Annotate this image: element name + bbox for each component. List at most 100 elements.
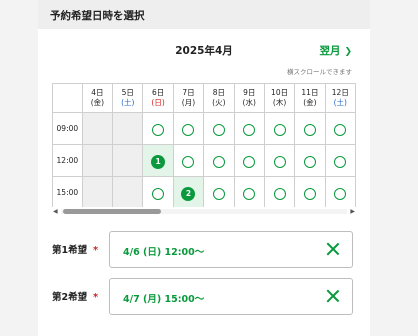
available-circle-icon	[303, 187, 316, 200]
slot-available[interactable]	[172, 112, 205, 145]
close-icon[interactable]	[326, 289, 340, 303]
next-month-button[interactable]: 翌月 ❯	[319, 43, 352, 58]
available-circle-icon	[243, 123, 256, 136]
slot-available[interactable]	[142, 176, 174, 207]
day-date: 10日	[271, 88, 289, 97]
calendar-corner-cell	[52, 83, 83, 113]
first-choice-field[interactable]: 4/6 (日) 12:00〜	[109, 231, 353, 268]
calendar-body: 09:00 12:00 1 15:00 2	[52, 112, 356, 207]
slot-available[interactable]	[324, 144, 356, 177]
available-circle-icon	[212, 187, 225, 200]
slot-available[interactable]	[294, 176, 326, 207]
day-date: 5日	[121, 88, 134, 97]
slot-unavailable	[81, 176, 114, 207]
day-header: 9日 (水)	[233, 83, 265, 113]
slot-available[interactable]	[324, 112, 356, 145]
day-date: 4日	[91, 88, 104, 97]
day-header: 11日 (金)	[294, 83, 326, 113]
slot-available[interactable]	[324, 176, 356, 207]
day-date: 11日	[301, 88, 319, 97]
horizontal-scrollbar[interactable]: ◀ ▶	[52, 207, 356, 216]
day-weekday: (火)	[212, 98, 226, 107]
first-choice-label: 第1希望 *	[52, 242, 98, 256]
choice-number-badge: 2	[181, 186, 196, 201]
slot-available[interactable]	[263, 176, 296, 207]
second-choice-label: 第2希望 *	[52, 289, 98, 303]
available-circle-icon	[182, 123, 195, 136]
day-weekday: (土)	[121, 98, 135, 107]
second-choice-label-text: 第2希望	[52, 292, 88, 303]
available-circle-icon	[243, 187, 256, 200]
day-weekday: (金)	[90, 98, 105, 107]
slot-available[interactable]	[233, 112, 265, 145]
available-circle-icon	[303, 155, 316, 168]
slot-available[interactable]	[172, 144, 205, 177]
slot-selected[interactable]: 2	[172, 176, 205, 207]
close-icon[interactable]	[326, 242, 340, 256]
slot-available[interactable]	[263, 112, 296, 145]
available-circle-icon	[273, 123, 286, 136]
slot-available[interactable]	[233, 176, 265, 207]
slot-available[interactable]	[203, 144, 235, 177]
available-circle-icon	[182, 155, 195, 168]
available-circle-icon	[273, 155, 286, 168]
slot-unavailable	[112, 176, 144, 207]
time-row: 09:00	[52, 112, 356, 145]
scroll-left-arrow-icon[interactable]: ◀	[53, 208, 58, 215]
day-header: 4日 (金)	[81, 83, 114, 113]
available-circle-icon	[152, 187, 165, 200]
second-choice-row: 第2希望 * 4/7 (月) 15:00〜	[52, 278, 356, 315]
available-circle-icon	[334, 187, 347, 200]
required-mark: *	[93, 245, 99, 256]
page-background-right	[370, 0, 418, 336]
available-circle-icon	[243, 155, 256, 168]
choice-number-badge: 1	[151, 154, 166, 169]
slot-available[interactable]	[233, 144, 265, 177]
slot-available[interactable]	[294, 112, 326, 145]
slot-unavailable	[112, 112, 144, 145]
panel-title: 予約希望日時を選択	[50, 10, 145, 22]
scrollbar-track[interactable]	[61, 209, 347, 214]
scrollbar-thumb[interactable]	[63, 209, 161, 214]
time-label: 09:00	[52, 112, 83, 145]
available-circle-icon	[303, 123, 316, 136]
day-date: 8日	[212, 88, 225, 97]
next-month-label: 翌月	[319, 45, 341, 57]
calendar-header-row: 4日 (金) 5日 (土) 6日 (日) 7日 (月) 8日 (火) 9日 (水) 10日 (木) 11日(…	[52, 83, 356, 113]
page-background-left	[0, 0, 38, 336]
slot-available[interactable]	[294, 144, 326, 177]
second-choice-value: 4/7 (月) 15:00〜	[123, 294, 205, 305]
day-date: 12日	[331, 88, 349, 97]
day-weekday: (土)	[333, 98, 347, 107]
time-label: 12:00	[52, 144, 83, 177]
calendar-table: 4日 (金) 5日 (土) 6日 (日) 7日 (月) 8日 (火) 9日 (水) 10日 (木) 11日(…	[52, 83, 356, 207]
available-circle-icon	[273, 187, 286, 200]
day-date: 7日	[182, 88, 195, 97]
slot-available[interactable]	[203, 176, 235, 207]
slot-available[interactable]	[142, 112, 174, 145]
second-choice-field[interactable]: 4/7 (月) 15:00〜	[109, 278, 353, 315]
day-header: 12日 (土)	[324, 83, 356, 113]
slot-available[interactable]	[203, 112, 235, 145]
first-choice-value: 4/6 (日) 12:00〜	[123, 247, 205, 258]
available-circle-icon	[212, 155, 225, 168]
required-mark: *	[93, 292, 99, 303]
calendar-grid[interactable]: 4日 (金) 5日 (土) 6日 (日) 7日 (月) 8日 (火) 9日 (水) 10日 (木) 11日(…	[52, 83, 356, 207]
scroll-right-arrow-icon[interactable]: ▶	[350, 208, 355, 215]
slot-selected[interactable]: 1	[142, 144, 174, 177]
reservation-panel: 予約希望日時を選択 2025年4月 翌月 ❯ 横スクロールできます 4日 (金) 5日…	[38, 0, 370, 336]
slot-available[interactable]	[263, 144, 296, 177]
slot-unavailable	[81, 112, 114, 145]
chevron-right-icon: ❯	[344, 47, 352, 57]
time-label: 15:00	[52, 176, 83, 207]
available-circle-icon	[212, 123, 225, 136]
day-date: 6日	[151, 88, 165, 97]
day-header: 5日 (土)	[112, 83, 144, 113]
day-header: 6日 (日)	[142, 83, 174, 113]
day-weekday: (木)	[272, 98, 287, 107]
day-header: 10日 (木)	[263, 83, 296, 113]
time-row: 15:00 2	[52, 176, 356, 207]
first-choice-row: 第1希望 * 4/6 (日) 12:00〜	[52, 231, 356, 268]
slot-unavailable	[112, 144, 144, 177]
slot-unavailable	[81, 144, 114, 177]
